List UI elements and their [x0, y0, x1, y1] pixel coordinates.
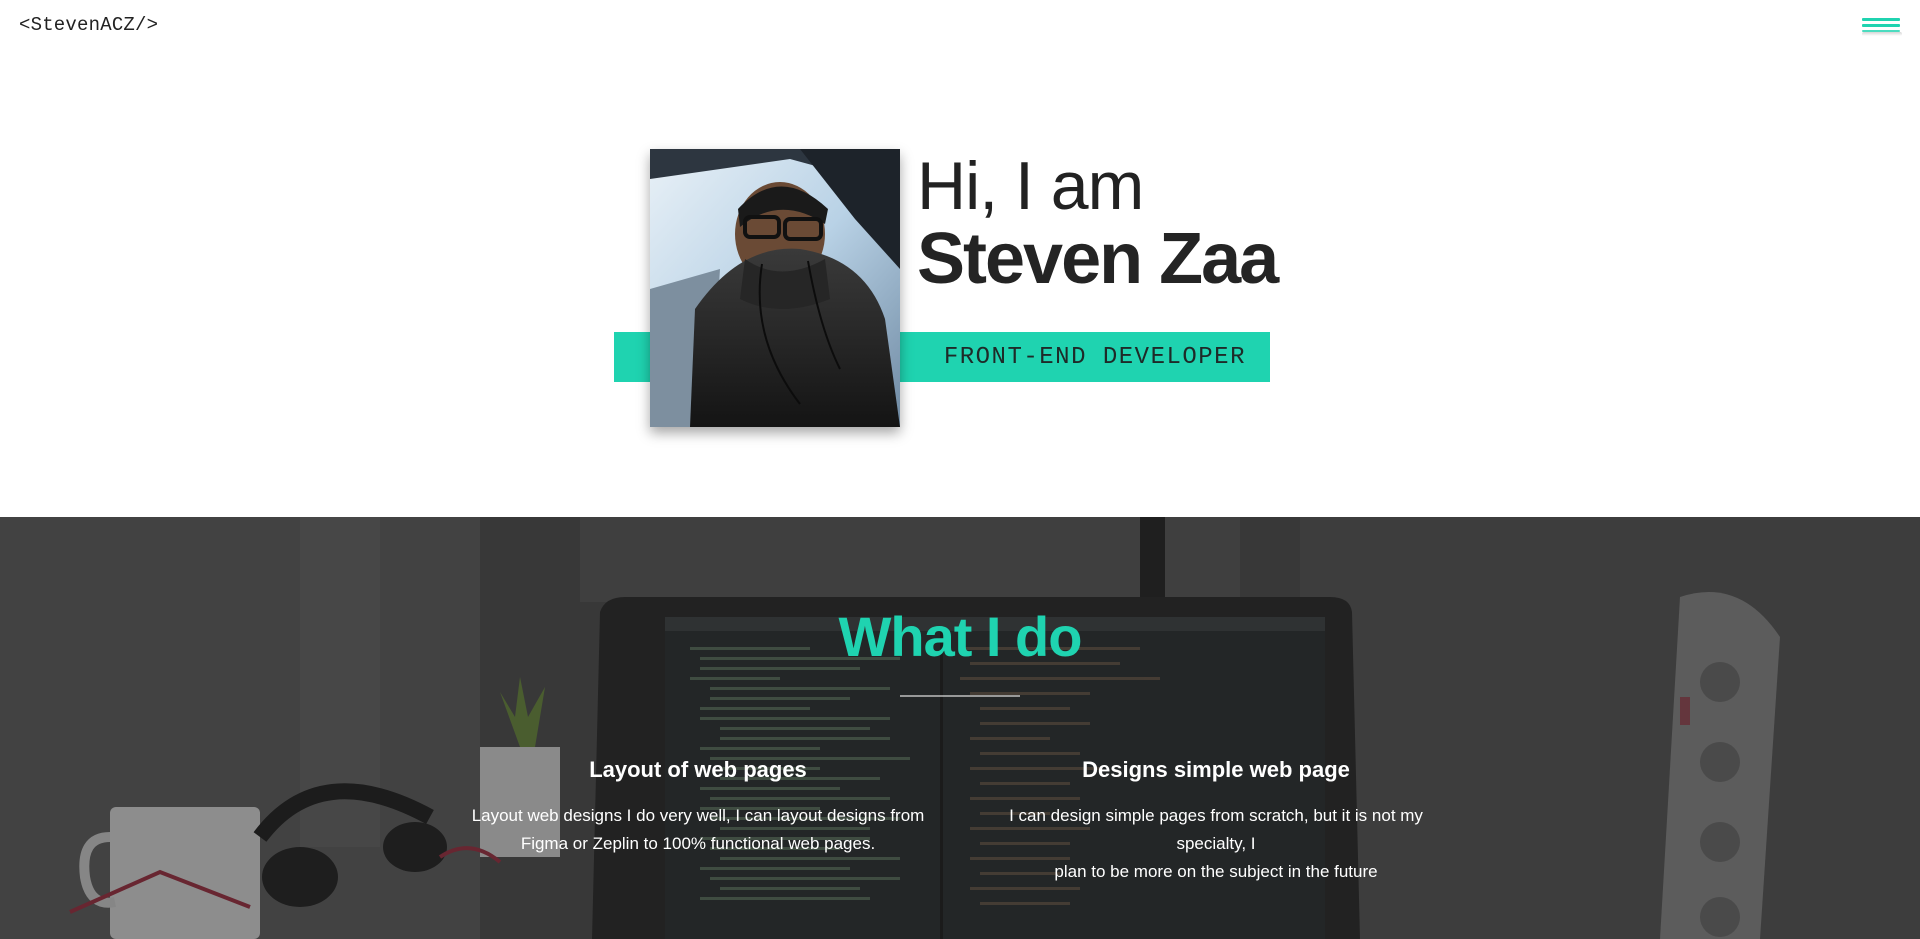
site-logo[interactable]: <StevenACZ/>: [19, 14, 158, 36]
what-i-do-section: [0, 517, 1920, 939]
service-description: Layout web designs I do very well, I can…: [468, 802, 928, 858]
menu-line: [1862, 18, 1900, 21]
menu-line: [1862, 30, 1900, 32]
service-description-line: plan to be more on the subject in the fu…: [1054, 862, 1378, 881]
section-title: What I do: [838, 605, 1083, 668]
greeting-text: Hi, I am: [917, 148, 1144, 224]
profile-photo: [650, 149, 900, 427]
workspace-background: [0, 517, 1920, 939]
service-title: Designs simple web page: [1082, 757, 1350, 782]
service-title: Layout of web pages: [589, 757, 807, 782]
service-description-line: Layout web designs I do very well, I can…: [471, 806, 925, 825]
role-title: FRONT-END DEVELOPER: [943, 344, 1246, 371]
menu-line: [1862, 24, 1900, 27]
service-description-line: Figma or Zeplin to 100% functional web p…: [520, 834, 876, 853]
service-description: I can design simple pages from scratch, …: [986, 802, 1446, 886]
title-underline: [900, 695, 1020, 697]
hamburger-menu-icon[interactable]: [1862, 15, 1902, 39]
developer-name: Steven Zaa: [917, 219, 1279, 299]
service-description-line: I can design simple pages from scratch, …: [1009, 806, 1423, 853]
